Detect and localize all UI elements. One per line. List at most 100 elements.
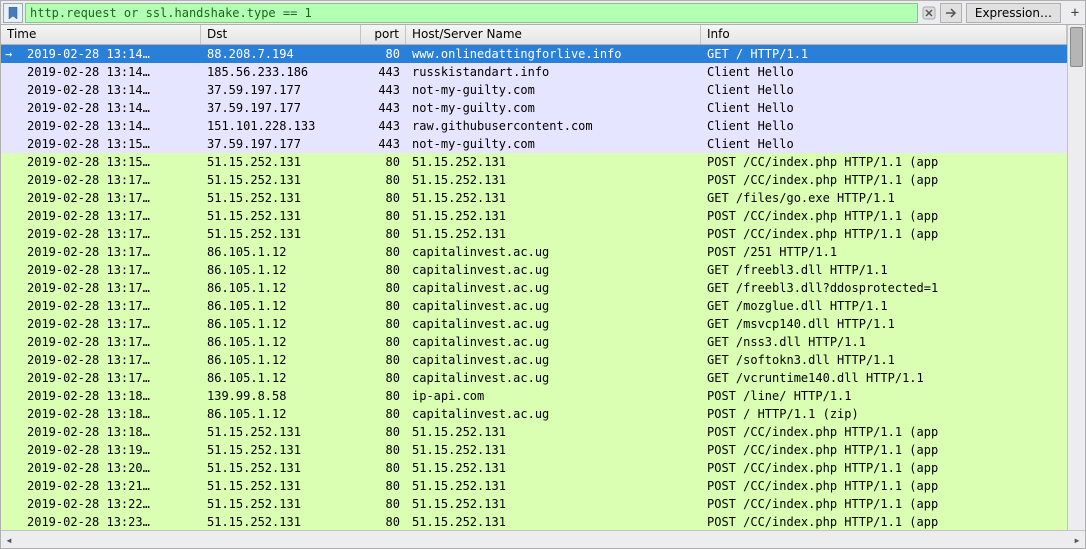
table-row[interactable]: →2019-02-28 13:17…86.105.1.1280capitalin… bbox=[1, 261, 1067, 279]
cell-info: GET /nss3.dll HTTP/1.1 bbox=[701, 333, 1067, 351]
cell-port: 80 bbox=[361, 495, 406, 513]
cell-time: 2019-02-28 13:18… bbox=[1, 405, 201, 423]
table-row[interactable]: →2019-02-28 13:18…86.105.1.1280capitalin… bbox=[1, 405, 1067, 423]
cell-dst: 86.105.1.12 bbox=[201, 243, 361, 261]
cell-dst: 86.105.1.12 bbox=[201, 279, 361, 297]
table-row[interactable]: →2019-02-28 13:22…51.15.252.1318051.15.2… bbox=[1, 495, 1067, 513]
column-header-dst[interactable]: Dst bbox=[201, 25, 361, 44]
cell-port: 80 bbox=[361, 207, 406, 225]
table-row[interactable]: →2019-02-28 13:18…51.15.252.1318051.15.2… bbox=[1, 423, 1067, 441]
table-row[interactable]: →2019-02-28 13:15…51.15.252.1318051.15.2… bbox=[1, 153, 1067, 171]
cell-time: 2019-02-28 13:17… bbox=[1, 351, 201, 369]
cell-dst: 37.59.197.177 bbox=[201, 135, 361, 153]
table-row[interactable]: →2019-02-28 13:14…151.101.228.133443raw.… bbox=[1, 117, 1067, 135]
cell-time: 2019-02-28 13:20… bbox=[1, 459, 201, 477]
table-row[interactable]: →2019-02-28 13:23…51.15.252.1318051.15.2… bbox=[1, 513, 1067, 530]
current-row-arrow-icon: → bbox=[5, 45, 12, 63]
table-row[interactable]: →2019-02-28 13:17…51.15.252.1318051.15.2… bbox=[1, 171, 1067, 189]
cell-port: 443 bbox=[361, 135, 406, 153]
horizontal-scrollbar-track[interactable] bbox=[17, 534, 1069, 546]
cell-host: capitalinvest.ac.ug bbox=[406, 369, 701, 387]
cell-port: 80 bbox=[361, 459, 406, 477]
cell-time: 2019-02-28 13:17… bbox=[1, 171, 201, 189]
cell-port: 80 bbox=[361, 225, 406, 243]
column-header-port[interactable]: port bbox=[361, 25, 406, 44]
cell-info: GET / HTTP/1.1 bbox=[701, 45, 1067, 63]
cell-info: POST /CC/index.php HTTP/1.1 (app bbox=[701, 207, 1067, 225]
cell-info: Client Hello bbox=[701, 63, 1067, 81]
table-row[interactable]: →2019-02-28 13:17…86.105.1.1280capitalin… bbox=[1, 351, 1067, 369]
cell-dst: 37.59.197.177 bbox=[201, 99, 361, 117]
scroll-left-button[interactable]: ◂ bbox=[1, 533, 17, 547]
table-row[interactable]: →2019-02-28 13:14…185.56.233.186443russk… bbox=[1, 63, 1067, 81]
table-row[interactable]: →2019-02-28 13:17…51.15.252.1318051.15.2… bbox=[1, 225, 1067, 243]
table-row[interactable]: →2019-02-28 13:14…37.59.197.177443not-my… bbox=[1, 81, 1067, 99]
cell-host: capitalinvest.ac.ug bbox=[406, 297, 701, 315]
vertical-scrollbar-thumb[interactable] bbox=[1070, 27, 1083, 67]
scroll-right-button[interactable]: ▸ bbox=[1069, 533, 1085, 547]
cell-time: 2019-02-28 13:18… bbox=[1, 387, 201, 405]
cell-dst: 86.105.1.12 bbox=[201, 351, 361, 369]
cell-time: 2019-02-28 13:17… bbox=[1, 261, 201, 279]
cell-info: GET /files/go.exe HTTP/1.1 bbox=[701, 189, 1067, 207]
cell-host: not-my-guilty.com bbox=[406, 99, 701, 117]
cell-dst: 51.15.252.131 bbox=[201, 171, 361, 189]
cell-dst: 86.105.1.12 bbox=[201, 405, 361, 423]
cell-host: www.onlinedattingforlive.info bbox=[406, 45, 701, 63]
cell-info: POST /CC/index.php HTTP/1.1 (app bbox=[701, 171, 1067, 189]
table-row[interactable]: →2019-02-28 13:17…51.15.252.1318051.15.2… bbox=[1, 189, 1067, 207]
table-row[interactable]: →2019-02-28 13:17…51.15.252.1318051.15.2… bbox=[1, 207, 1067, 225]
cell-port: 80 bbox=[361, 387, 406, 405]
cell-info: Client Hello bbox=[701, 99, 1067, 117]
cell-time: 2019-02-28 13:15… bbox=[1, 135, 201, 153]
cell-port: 443 bbox=[361, 99, 406, 117]
cell-dst: 151.101.228.133 bbox=[201, 117, 361, 135]
table-row[interactable]: →2019-02-28 13:17…86.105.1.1280capitalin… bbox=[1, 279, 1067, 297]
cell-time: 2019-02-28 13:14… bbox=[1, 81, 201, 99]
cell-host: capitalinvest.ac.ug bbox=[406, 333, 701, 351]
column-header-time[interactable]: Time bbox=[1, 25, 201, 44]
cell-host: 51.15.252.131 bbox=[406, 189, 701, 207]
cell-info: POST /CC/index.php HTTP/1.1 (app bbox=[701, 513, 1067, 530]
horizontal-scrollbar[interactable]: ◂ ▸ bbox=[1, 530, 1085, 548]
vertical-scrollbar[interactable] bbox=[1067, 25, 1085, 530]
table-row[interactable]: →2019-02-28 13:18…139.99.8.5880ip-api.co… bbox=[1, 387, 1067, 405]
column-header-host[interactable]: Host/Server Name bbox=[406, 25, 701, 44]
cell-time: 2019-02-28 13:17… bbox=[1, 189, 201, 207]
column-header-info[interactable]: Info bbox=[701, 25, 1067, 44]
cell-time: 2019-02-28 13:14… bbox=[1, 117, 201, 135]
table-row[interactable]: →2019-02-28 13:15…37.59.197.177443not-my… bbox=[1, 135, 1067, 153]
cell-port: 80 bbox=[361, 279, 406, 297]
filter-bookmark-button[interactable] bbox=[3, 3, 23, 23]
clear-filter-button[interactable] bbox=[918, 3, 940, 23]
table-row[interactable]: →2019-02-28 13:14…37.59.197.177443not-my… bbox=[1, 99, 1067, 117]
packet-table: Time Dst port Host/Server Name Info →201… bbox=[1, 25, 1067, 530]
cell-port: 80 bbox=[361, 369, 406, 387]
cell-host: 51.15.252.131 bbox=[406, 513, 701, 530]
cell-dst: 51.15.252.131 bbox=[201, 423, 361, 441]
cell-port: 80 bbox=[361, 315, 406, 333]
table-row[interactable]: →2019-02-28 13:14…88.208.7.19480www.onli… bbox=[1, 45, 1067, 63]
table-row[interactable]: →2019-02-28 13:17…86.105.1.1280capitalin… bbox=[1, 243, 1067, 261]
expression-button[interactable]: Expression… bbox=[966, 3, 1061, 23]
table-row[interactable]: →2019-02-28 13:17…86.105.1.1280capitalin… bbox=[1, 315, 1067, 333]
cell-port: 80 bbox=[361, 513, 406, 530]
cell-info: GET /freebl3.dll?ddosprotected=1 bbox=[701, 279, 1067, 297]
display-filter-input[interactable] bbox=[25, 3, 918, 23]
cell-dst: 86.105.1.12 bbox=[201, 297, 361, 315]
cell-time: 2019-02-28 13:17… bbox=[1, 207, 201, 225]
table-row[interactable]: →2019-02-28 13:17…86.105.1.1280capitalin… bbox=[1, 333, 1067, 351]
cell-info: POST / HTTP/1.1 (zip) bbox=[701, 405, 1067, 423]
cell-dst: 51.15.252.131 bbox=[201, 459, 361, 477]
table-row[interactable]: →2019-02-28 13:19…51.15.252.1318051.15.2… bbox=[1, 441, 1067, 459]
add-filter-button[interactable]: + bbox=[1065, 3, 1085, 23]
apply-filter-button[interactable] bbox=[940, 3, 962, 23]
table-row[interactable]: →2019-02-28 13:17…86.105.1.1280capitalin… bbox=[1, 369, 1067, 387]
table-row[interactable]: →2019-02-28 13:20…51.15.252.1318051.15.2… bbox=[1, 459, 1067, 477]
column-headers: Time Dst port Host/Server Name Info bbox=[1, 25, 1067, 45]
table-row[interactable]: →2019-02-28 13:21…51.15.252.1318051.15.2… bbox=[1, 477, 1067, 495]
cell-info: POST /251 HTTP/1.1 bbox=[701, 243, 1067, 261]
cell-host: 51.15.252.131 bbox=[406, 171, 701, 189]
content-area: Time Dst port Host/Server Name Info →201… bbox=[1, 25, 1085, 530]
table-row[interactable]: →2019-02-28 13:17…86.105.1.1280capitalin… bbox=[1, 297, 1067, 315]
